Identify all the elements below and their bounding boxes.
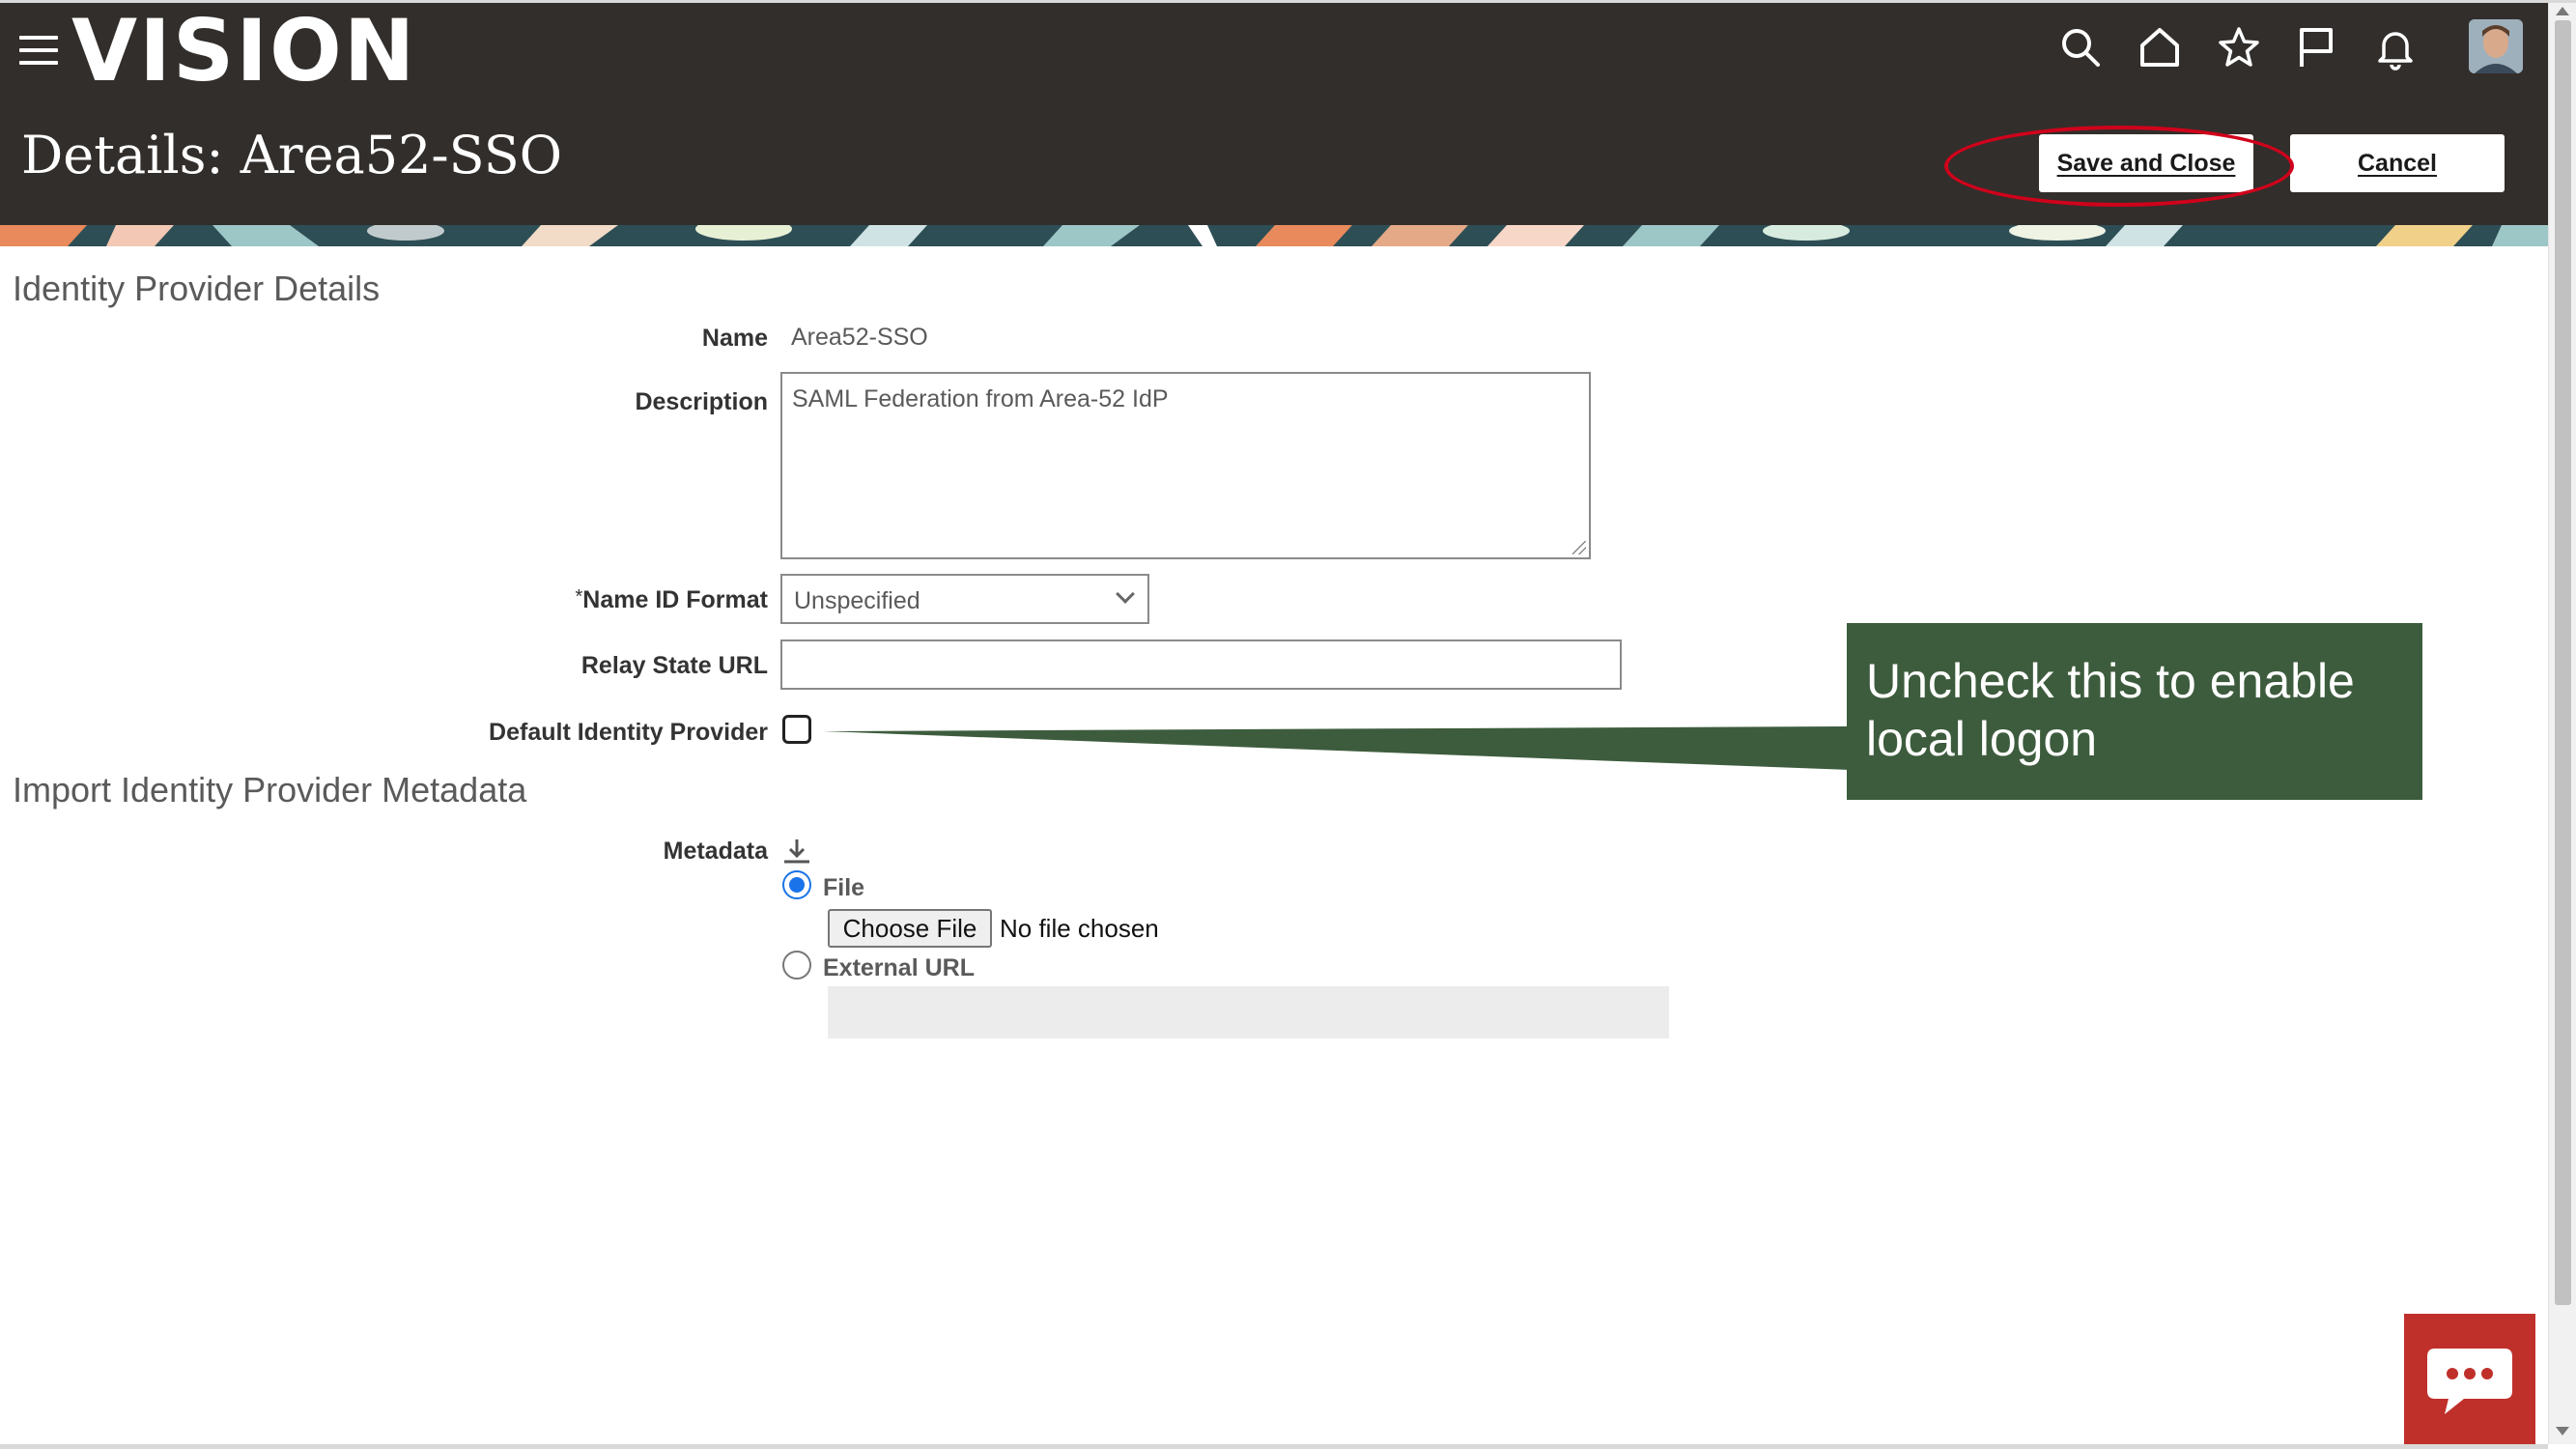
relay-state-url-input[interactable] (780, 639, 1622, 690)
identity-provider-section-title: Identity Provider Details (13, 269, 381, 308)
description-textarea[interactable]: SAML Federation from Area-52 IdP (780, 372, 1591, 559)
vision-logo[interactable]: VISION (71, 9, 416, 94)
resize-handle[interactable] (1572, 541, 1586, 554)
external-url-input (828, 986, 1669, 1038)
bell-icon[interactable] (2372, 24, 2419, 71)
name-label: Name (701, 325, 768, 352)
chat-button[interactable] (2404, 1314, 2535, 1444)
description-label: Description (635, 388, 768, 415)
default-identity-provider-label: Default Identity Provider (489, 719, 768, 746)
choose-file-button[interactable]: Choose File (828, 909, 992, 948)
name-id-format-select[interactable]: Unspecified (780, 574, 1149, 624)
name-id-format-label-text: Name ID Format (582, 586, 768, 613)
vertical-scrollbar[interactable] (2548, 3, 2576, 1444)
app-header: VISION Details: Area52-SSO Save and Clos… (0, 3, 2548, 225)
callout-text: Uncheck this to enable local logon (1866, 654, 2355, 766)
star-icon[interactable] (2216, 24, 2262, 71)
window-bottom-border (0, 1444, 2548, 1449)
external-url-radio[interactable] (782, 951, 811, 980)
default-identity-provider-checkbox[interactable] (782, 715, 811, 744)
download-icon[interactable] (780, 837, 813, 866)
decorative-banner (0, 225, 2548, 246)
scroll-down-arrow-icon[interactable] (2556, 1427, 2569, 1435)
file-radio-label: File (823, 874, 865, 901)
menu-icon[interactable] (19, 36, 58, 65)
callout-annotation: Uncheck this to enable local logon (1847, 623, 2422, 800)
save-and-close-button[interactable]: Save and Close (2039, 134, 2253, 192)
user-avatar[interactable] (2469, 19, 2523, 73)
page-title: Details: Area52-SSO (21, 125, 562, 185)
name-value: Area52-SSO (791, 324, 928, 351)
external-url-radio-label: External URL (823, 954, 975, 981)
flag-icon[interactable] (2293, 24, 2339, 71)
name-id-format-label: *Name ID Format (575, 586, 768, 614)
description-text: SAML Federation from Area-52 IdP (792, 385, 1169, 412)
cancel-button[interactable]: Cancel (2290, 134, 2505, 192)
scroll-up-arrow-icon[interactable] (2556, 7, 2569, 15)
name-id-format-value: Unspecified (794, 587, 920, 614)
scrollbar-thumb[interactable] (2555, 20, 2571, 1305)
search-icon[interactable] (2057, 24, 2104, 71)
metadata-label: Metadata (663, 838, 768, 865)
no-file-chosen-text: No file chosen (1000, 914, 1159, 943)
home-icon[interactable] (2137, 24, 2183, 71)
chat-icon (2427, 1349, 2512, 1414)
file-radio[interactable] (782, 870, 811, 899)
metadata-section-title: Import Identity Provider Metadata (13, 770, 527, 810)
relay-state-url-label: Relay State URL (580, 652, 768, 679)
chevron-down-icon (1116, 584, 1135, 604)
